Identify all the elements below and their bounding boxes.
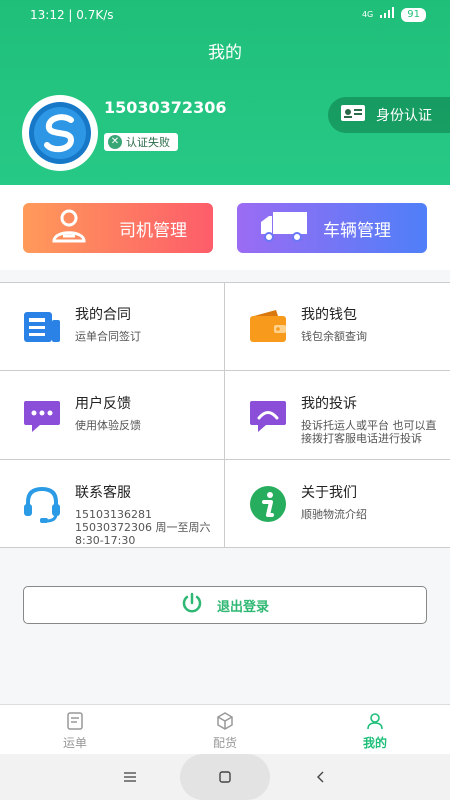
signal-icon	[379, 7, 395, 22]
grid-item-subtitle: 运单合同签订	[75, 330, 141, 343]
grid-item-about[interactable]: 关于我们 顺驰物流介绍	[226, 460, 450, 548]
grid-item-title: 用户反馈	[75, 396, 131, 412]
box-icon	[217, 712, 233, 730]
shield-x-icon: ✕	[108, 135, 122, 149]
user-icon	[367, 713, 383, 730]
tab-cargo[interactable]: 配货	[175, 711, 275, 751]
menu-icon	[124, 772, 136, 782]
wallet-icon	[250, 310, 286, 342]
vehicle-manage-label: 车辆管理	[323, 220, 391, 241]
logout-button[interactable]: 退出登录	[23, 586, 427, 624]
grid-item-wallet[interactable]: 我的钱包 钱包余额查询	[226, 282, 450, 370]
id-card-icon	[340, 104, 366, 126]
feature-grid: 我的合同 运单合同签订 我的钱包 钱包余额查询 用户反馈 使用体验反馈 我的投诉…	[0, 282, 450, 548]
auth-status-badge: ✕ 认证失败	[104, 133, 178, 151]
info-icon	[250, 486, 286, 522]
grid-item-title: 我的钱包	[301, 307, 357, 323]
grid-item-title: 我的合同	[75, 307, 131, 323]
waybill-icon	[67, 712, 83, 730]
tab-waybill[interactable]: 运单	[25, 711, 125, 751]
grid-item-subtitle: 使用体验反馈	[75, 419, 141, 432]
grid-divider-vertical	[224, 282, 225, 548]
contract-icon	[24, 312, 60, 342]
grid-item-subtitle: 15103136281 15030372306 周一至周六8:30-17:30	[75, 508, 211, 547]
tab-label: 运单	[62, 736, 87, 750]
grid-item-subtitle: 顺驰物流介绍	[301, 508, 367, 521]
complaint-icon	[250, 401, 286, 432]
auth-status-label: 认证失败	[126, 136, 170, 149]
driver-manage-button[interactable]: 司机管理	[23, 203, 213, 253]
grid-item-feedback[interactable]: 用户反馈 使用体验反馈	[0, 371, 224, 459]
driver-manage-label: 司机管理	[119, 220, 187, 241]
back-nav-button[interactable]	[305, 762, 335, 792]
truck-icon	[259, 210, 309, 247]
id-auth-label: 身份认证	[376, 108, 432, 124]
back-chevron-icon	[317, 771, 324, 783]
status-bar: 13:12 | 0.7K/s 4G 91	[0, 0, 450, 30]
menu-nav-button[interactable]	[115, 762, 145, 792]
grid-item-complaint[interactable]: 我的投诉 投诉托运人或平台 也可以直接拨打客服电话进行投诉	[226, 371, 450, 459]
profile-header: 13:12 | 0.7K/s 4G 91 我的 15030372306 ✕ 认证…	[0, 0, 450, 185]
logout-label: 退出登录	[216, 599, 269, 615]
company-logo-icon	[29, 102, 91, 164]
grid-item-subtitle: 钱包余额查询	[301, 330, 367, 343]
grid-item-title: 我的投诉	[301, 396, 357, 412]
id-auth-button[interactable]: 身份认证	[328, 97, 450, 133]
home-square-icon	[219, 771, 231, 783]
headset-icon	[24, 486, 60, 523]
grid-item-contract[interactable]: 我的合同 运单合同签订	[0, 282, 224, 370]
tab-mine[interactable]: 我的	[325, 711, 425, 751]
driver-icon	[49, 208, 89, 249]
system-nav-bar	[0, 754, 450, 800]
grid-item-customer-service[interactable]: 联系客服 15103136281 15030372306 周一至周六8:30-1…	[0, 460, 224, 548]
user-phone: 15030372306	[104, 98, 227, 117]
grid-item-subtitle: 投诉托运人或平台 也可以直接拨打客服电话进行投诉	[301, 419, 437, 445]
home-nav-button[interactable]	[180, 754, 270, 800]
bottom-tab-bar: 运单 配货 我的	[0, 704, 450, 755]
page-title: 我的	[208, 43, 242, 63]
power-icon	[181, 592, 203, 618]
grid-item-title: 关于我们	[301, 485, 357, 501]
signal-label: 4G	[361, 10, 374, 19]
grid-item-title: 联系客服	[75, 485, 131, 501]
avatar[interactable]	[22, 95, 98, 171]
tab-label: 我的	[362, 736, 387, 750]
vehicle-manage-button[interactable]: 车辆管理	[237, 203, 427, 253]
status-time: 13:12 | 0.7K/s	[30, 8, 114, 22]
feedback-icon	[24, 401, 60, 432]
battery-indicator: 91	[401, 7, 426, 22]
tab-label: 配货	[212, 736, 237, 750]
